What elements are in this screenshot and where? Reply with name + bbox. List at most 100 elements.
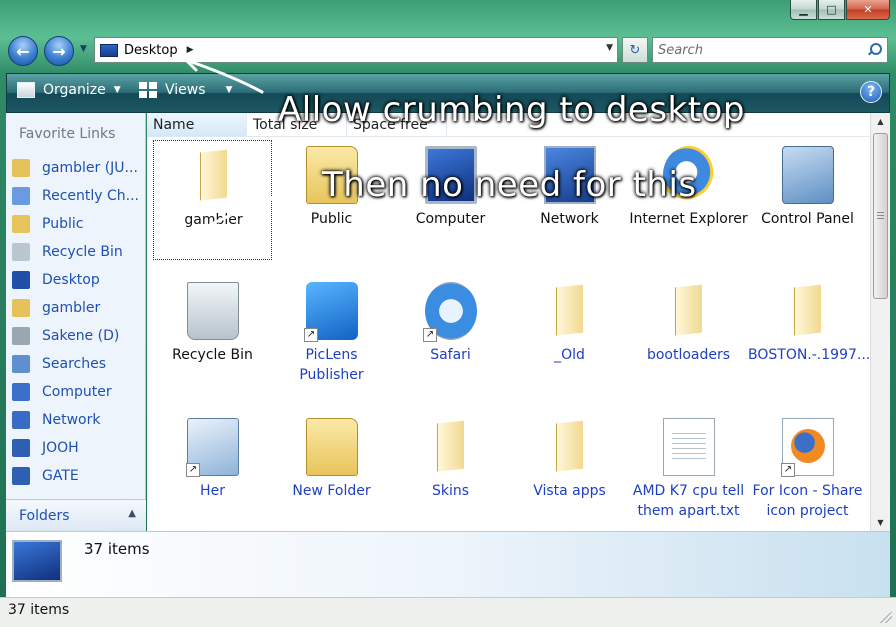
favorite-link-item[interactable]: gambler (JU... — [6, 154, 146, 182]
favorite-link-label: Public — [42, 216, 84, 232]
firefox-shortcut-icon: ↗ — [781, 418, 834, 477]
favorite-link-item[interactable]: Searches — [6, 350, 146, 378]
search-folder-icon — [12, 355, 30, 373]
file-item[interactable]: gambler — [153, 140, 272, 260]
favorite-link-item[interactable]: Recently Ch... — [6, 182, 146, 210]
search-input[interactable]: Search — [658, 43, 867, 58]
favorite-link-item[interactable]: Recycle Bin — [6, 238, 146, 266]
desktop-icon — [12, 540, 62, 582]
annotation-text-crumbing: Allow crumbing to desktop — [278, 90, 745, 130]
breadcrumb-desktop[interactable]: Desktop — [124, 43, 178, 58]
chevron-up-icon: ▲ — [128, 508, 136, 519]
favorite-link-item[interactable]: Computer — [6, 378, 146, 406]
column-header-name[interactable]: Name — [147, 113, 247, 137]
favorite-link-label: Network — [42, 412, 101, 428]
file-item[interactable]: _Old — [510, 276, 629, 396]
recycle-bin-icon — [12, 243, 30, 261]
recent-pages-dropdown[interactable]: ▼ — [80, 44, 87, 54]
minimize-button[interactable]: ▁ — [790, 0, 817, 20]
file-item-label: gambler — [184, 212, 243, 228]
favorite-link-label: Computer — [42, 384, 112, 400]
favorite-link-label: GATE — [42, 468, 79, 484]
file-item[interactable]: Skins — [391, 412, 510, 532]
file-item-label: Public — [310, 211, 353, 227]
details-item-count: 37 items — [84, 540, 150, 558]
file-item[interactable]: ↗ For Icon - Share icon project — [748, 412, 867, 532]
file-item-label: Control Panel — [761, 211, 854, 227]
scroll-up-button[interactable]: ▲ — [871, 113, 890, 130]
file-item[interactable]: ↗ Safari — [391, 276, 510, 396]
chevron-down-icon: ▼ — [225, 85, 233, 95]
favorite-link-label: Searches — [42, 356, 107, 372]
file-item[interactable]: ↗ PicLens Publisher — [272, 276, 391, 396]
favorite-link-item[interactable]: JOOH — [6, 434, 146, 462]
resize-grip[interactable] — [880, 611, 892, 623]
folder-icon — [663, 282, 715, 340]
caption-buttons: ▁ □ ✕ — [790, 0, 890, 20]
scroll-down-button[interactable]: ▼ — [871, 514, 890, 531]
file-item[interactable]: Recycle Bin — [153, 276, 272, 396]
shortcut-arrow-icon: ↗ — [423, 328, 437, 342]
views-button[interactable]: Views ▼ — [139, 82, 232, 98]
status-bar: 37 items — [0, 597, 896, 627]
file-item-label: AMD K7 cpu tell them apart.txt — [632, 483, 745, 519]
vertical-scrollbar[interactable]: ▲ ▼ — [870, 113, 890, 531]
folder-icon — [425, 418, 477, 476]
navigation-bar: ← → ▼ Desktop ▶ ▼ ↻ Search — [8, 34, 888, 66]
file-item-label: Skins — [431, 483, 470, 499]
user-folder-icon — [188, 147, 240, 205]
file-item[interactable]: Control Panel — [748, 140, 867, 260]
explorer-window: ▁ □ ✕ ← → ▼ Desktop ▶ ▼ ↻ Search Organiz… — [0, 0, 896, 627]
maximize-button[interactable]: □ — [818, 0, 845, 20]
file-item-label: Her — [200, 483, 225, 499]
file-item[interactable]: AMD K7 cpu tell them apart.txt — [629, 412, 748, 532]
file-item[interactable]: Vista apps — [510, 412, 629, 532]
breadcrumb-chevron-icon[interactable]: ▶ — [187, 45, 194, 55]
control-panel-icon — [782, 146, 834, 204]
chevron-down-icon: ▼ — [113, 85, 121, 95]
close-button[interactable]: ✕ — [846, 0, 890, 20]
desktop-icon — [12, 271, 30, 289]
views-icon — [139, 82, 157, 98]
favorite-link-item[interactable]: Public — [6, 210, 146, 238]
scroll-thumb[interactable] — [873, 133, 888, 299]
file-item-label: Recycle Bin — [172, 347, 253, 363]
forward-button[interactable]: → — [44, 36, 74, 66]
file-item-label: Computer — [415, 211, 486, 227]
file-item-label: Vista apps — [533, 483, 606, 499]
network-icon — [12, 411, 30, 429]
favorite-link-item[interactable]: GATE — [6, 462, 146, 490]
folders-toggle[interactable]: Folders ▲ — [6, 499, 146, 531]
drive-icon — [12, 327, 30, 345]
folders-label: Folders — [19, 507, 70, 524]
favorite-link-item[interactable]: Network — [6, 406, 146, 434]
safari-icon: ↗ — [423, 282, 477, 342]
favorite-link-label: Sakene (D) — [42, 328, 120, 344]
organize-button[interactable]: Organize ▼ — [17, 82, 121, 98]
refresh-button[interactable]: ↻ — [622, 37, 648, 63]
computer-icon — [12, 383, 30, 401]
favorite-link-item[interactable]: gambler — [6, 294, 146, 322]
recycle-bin-icon — [187, 282, 239, 340]
file-item[interactable]: ↗ Her — [153, 412, 272, 532]
help-button[interactable]: ? — [860, 81, 882, 103]
favorite-link-item[interactable]: Sakene (D) — [6, 322, 146, 350]
shortcut-arrow-icon: ↗ — [186, 463, 200, 477]
favorite-links-list: gambler (JU... Recently Ch... Public Recycl… — [6, 154, 146, 490]
file-item[interactable]: bootloaders — [629, 276, 748, 396]
views-label: Views — [165, 82, 206, 98]
favorite-link-label: gambler — [42, 300, 101, 316]
recent-icon — [12, 187, 30, 205]
file-item[interactable]: New Folder — [272, 412, 391, 532]
navigation-pane: Favorite Links gambler (JU... Recently Ch… — [6, 113, 146, 531]
address-dropdown-button[interactable]: ▼ — [606, 43, 613, 53]
back-button[interactable]: ← — [8, 36, 38, 66]
file-item-label: PicLens Publisher — [299, 347, 364, 383]
search-box[interactable]: Search — [652, 37, 888, 63]
file-item-label: Internet Explorer — [629, 211, 748, 227]
favorite-link-label: Recently Ch... — [42, 188, 140, 204]
search-icon[interactable] — [867, 43, 882, 57]
file-item[interactable]: BOSTON.-.1997.... — [748, 276, 875, 396]
address-bar[interactable]: Desktop ▶ ▼ — [94, 37, 618, 63]
favorite-link-item[interactable]: Desktop — [6, 266, 146, 294]
